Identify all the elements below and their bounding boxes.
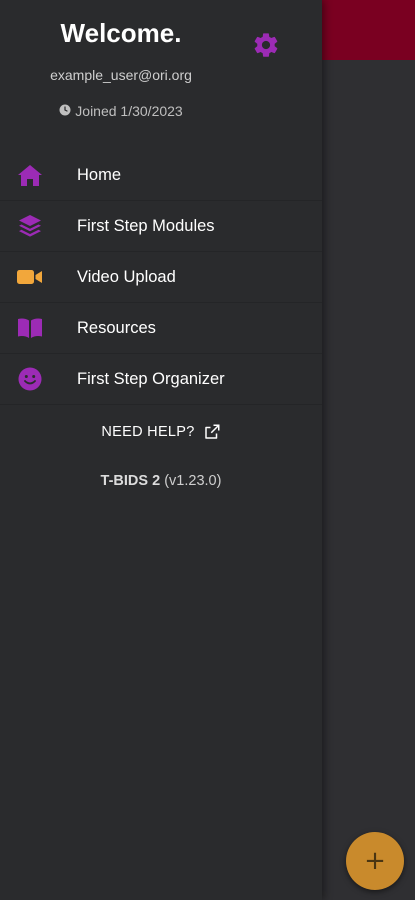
app-version: (v1.23.0) — [164, 473, 222, 489]
add-button[interactable]: + — [346, 832, 404, 890]
menu-item-video-upload[interactable]: Video Upload — [0, 252, 322, 303]
menu-item-label: Home — [77, 165, 122, 184]
app-name: T-BIDS 2 — [100, 473, 161, 489]
menu-item-label: Video Upload — [77, 267, 176, 286]
home-icon — [17, 162, 43, 188]
smiley-icon — [17, 366, 43, 392]
gear-icon[interactable] — [252, 31, 280, 59]
menu-item-resources[interactable]: Resources — [0, 303, 322, 354]
video-camera-icon — [17, 264, 43, 290]
clock-icon — [59, 104, 71, 115]
menu-item-home[interactable]: Home — [0, 150, 322, 201]
joined-date: Joined 1/30/2023 — [0, 103, 242, 119]
book-icon — [17, 315, 43, 341]
app-header-bar — [322, 0, 415, 60]
menu-item-label: Resources — [77, 318, 156, 337]
user-email: example_user@ori.org — [50, 67, 192, 83]
welcome-heading: Welcome. — [60, 18, 182, 48]
menu-item-first-step-organizer[interactable]: First Step Organizer — [0, 354, 322, 405]
external-link-icon — [204, 424, 220, 439]
joined-text: Joined 1/30/2023 — [75, 103, 183, 119]
menu-item-label: First Step Organizer — [77, 369, 225, 388]
menu-item-first-step-modules[interactable]: First Step Modules — [0, 201, 322, 252]
layers-icon — [17, 213, 43, 239]
menu-item-label: First Step Modules — [77, 216, 215, 235]
plus-icon: + — [364, 846, 386, 876]
need-help-link[interactable]: NEED HELP? — [0, 423, 322, 441]
navigation-drawer: Welcome. example_user@ori.org Joined 1/3… — [0, 0, 322, 900]
drawer-menu: Home First Step Modules Video Upload Res… — [0, 150, 322, 405]
need-help-label: NEED HELP? — [101, 424, 195, 440]
app-version-info: T-BIDS 2 (v1.23.0) — [0, 473, 322, 489]
